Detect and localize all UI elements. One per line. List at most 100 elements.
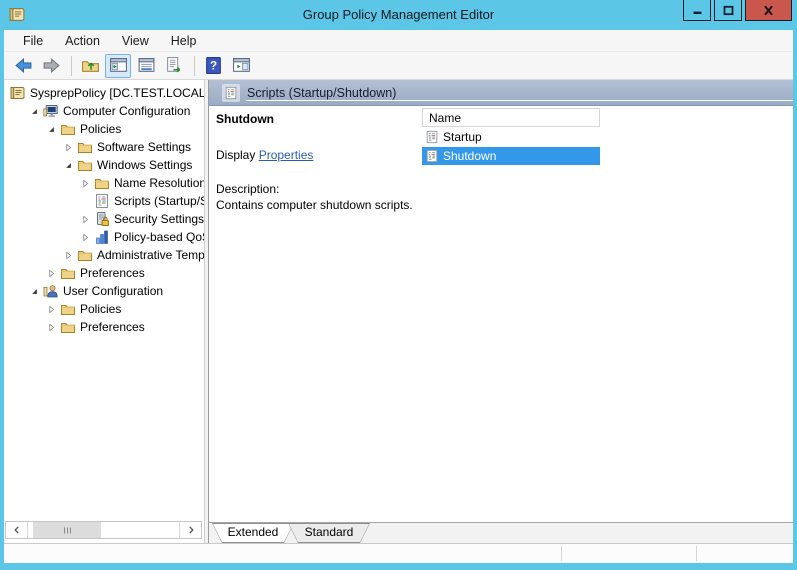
tree-item-windows-settings[interactable]: Windows Settings <box>4 156 204 174</box>
svg-text:?: ? <box>209 60 216 73</box>
show-action-pane-button[interactable] <box>228 54 254 78</box>
collapse-expander-icon[interactable] <box>60 157 76 173</box>
view-tabstrip: Extended Standard <box>209 522 793 543</box>
group-policy-editor-window: Group Policy Management Editor File Actio… <box>0 0 797 570</box>
expand-expander-icon[interactable] <box>77 175 93 191</box>
folder-icon <box>76 247 93 263</box>
expand-expander-icon[interactable] <box>77 229 93 245</box>
tree-item-scripts-startup-shutdown[interactable]: Scripts (Startup/Shutdown) <box>4 192 204 210</box>
tree-horizontal-scrollbar[interactable] <box>5 521 202 539</box>
collapse-expander-icon[interactable] <box>26 103 42 119</box>
show-console-tree-button[interactable] <box>105 53 131 78</box>
up-one-level-button[interactable] <box>77 54 103 78</box>
expand-expander-icon[interactable] <box>43 319 59 335</box>
scroll-right-button[interactable] <box>179 522 201 538</box>
tree-item-name-resolution-policy[interactable]: Name Resolution Policy <box>4 174 204 192</box>
tree-item-preferences[interactable]: Preferences <box>4 318 204 336</box>
qos-icon <box>93 229 110 245</box>
statusbar <box>4 543 793 563</box>
scripts-icon <box>222 83 240 102</box>
export-list-button[interactable] <box>161 54 187 78</box>
tree-item-security-settings[interactable]: Security Settings <box>4 210 204 228</box>
tree-item-policy-based-qos[interactable]: Policy-based QoS <box>4 228 204 246</box>
up-one-level-icon <box>81 61 99 72</box>
tree-item-label: Software Settings <box>97 140 192 154</box>
maximize-button[interactable] <box>714 0 742 21</box>
extended-view: Shutdown Display Properties Description:… <box>209 106 793 522</box>
window-title: Group Policy Management Editor <box>302 7 495 22</box>
tree-item-label: Policy-based QoS <box>114 230 204 244</box>
results-header-title: Scripts (Startup/Shutdown) <box>247 85 397 100</box>
tree-item-computer-configuration[interactable]: Computer Configuration <box>4 102 204 120</box>
properties-button[interactable] <box>133 54 159 78</box>
tree-item-label: User Configuration <box>63 284 164 298</box>
tree-item-policies[interactable]: Policies <box>4 120 204 138</box>
titlebar[interactable]: Group Policy Management Editor <box>0 0 797 30</box>
script-list: Name Startup Shutdown <box>422 108 600 165</box>
expand-expander-icon[interactable] <box>77 211 93 227</box>
toolbar: ? <box>4 52 793 80</box>
tree-item-syspreppolicy-dc-test-local[interactable]: SysprepPolicy [DC.TEST.LOCAL] <box>4 84 204 102</box>
menu-action[interactable]: Action <box>54 32 111 50</box>
tree-item-label: Windows Settings <box>97 158 193 172</box>
folder-icon <box>76 139 93 155</box>
display-line: Display Properties <box>216 148 416 162</box>
header-rule <box>246 100 793 101</box>
results-pane: Scripts (Startup/Shutdown) Shutdown Disp… <box>209 80 793 543</box>
tree-item-label: Preferences <box>80 266 145 280</box>
console-tree-pane: SysprepPolicy [DC.TEST.LOCAL] Computer Co… <box>4 80 204 543</box>
minimize-button[interactable] <box>683 0 711 21</box>
folder-icon <box>59 319 76 335</box>
folder-icon <box>59 121 76 137</box>
list-item-startup[interactable]: Startup <box>422 128 600 146</box>
forward-button[interactable] <box>38 54 64 78</box>
tab-standard[interactable]: Standard <box>288 523 370 543</box>
scrollbar-thumb[interactable] <box>33 522 101 538</box>
scrollbar-track[interactable] <box>28 522 179 538</box>
collapse-expander-icon[interactable] <box>43 121 59 137</box>
grip-icon <box>63 527 71 533</box>
folder-icon <box>59 265 76 281</box>
properties-icon <box>138 58 154 72</box>
display-label: Display <box>216 148 256 162</box>
tree-item-label: Administrative Templates <box>97 248 204 262</box>
list-item-label: Shutdown <box>443 149 497 163</box>
list-item-shutdown[interactable]: Shutdown <box>422 147 600 165</box>
tree-item-preferences[interactable]: Preferences <box>4 264 204 282</box>
maximize-icon <box>723 5 733 15</box>
scripts-icon <box>424 149 439 164</box>
back-button[interactable] <box>10 54 36 78</box>
close-button[interactable] <box>745 0 792 21</box>
help-button[interactable]: ? <box>200 54 226 78</box>
menu-help[interactable]: Help <box>160 32 208 50</box>
folder-icon <box>76 157 93 173</box>
column-header-name[interactable]: Name <box>422 108 600 127</box>
console-tree: SysprepPolicy [DC.TEST.LOCAL] Computer Co… <box>4 80 204 521</box>
tree-item-administrative-templates[interactable]: Administrative Templates <box>4 246 204 264</box>
tree-item-software-settings[interactable]: Software Settings <box>4 138 204 156</box>
description-label: Description: <box>216 182 280 196</box>
expand-expander-icon[interactable] <box>43 301 59 317</box>
expand-expander-icon[interactable] <box>60 139 76 155</box>
tree-item-label: Computer Configuration <box>63 104 191 118</box>
minimize-icon <box>693 11 701 14</box>
description-text: Contains computer shutdown scripts. <box>216 198 413 212</box>
window-controls <box>683 0 792 21</box>
forward-icon <box>43 58 60 73</box>
scripts-icon <box>93 193 110 209</box>
tree-item-user-configuration[interactable]: User Configuration <box>4 282 204 300</box>
collapse-expander-icon[interactable] <box>26 283 42 299</box>
expand-expander-icon[interactable] <box>60 247 76 263</box>
user-icon <box>42 283 59 299</box>
scroll-left-button[interactable] <box>6 522 28 538</box>
expand-expander-icon[interactable] <box>43 265 59 281</box>
menu-file[interactable]: File <box>12 32 54 50</box>
tree-item-policies[interactable]: Policies <box>4 300 204 318</box>
folder-icon <box>59 301 76 317</box>
properties-link[interactable]: Properties <box>259 148 314 162</box>
tab-extended[interactable]: Extended <box>212 523 294 543</box>
back-icon <box>14 58 31 73</box>
scripts-icon <box>424 130 439 145</box>
menu-view[interactable]: View <box>111 32 160 50</box>
